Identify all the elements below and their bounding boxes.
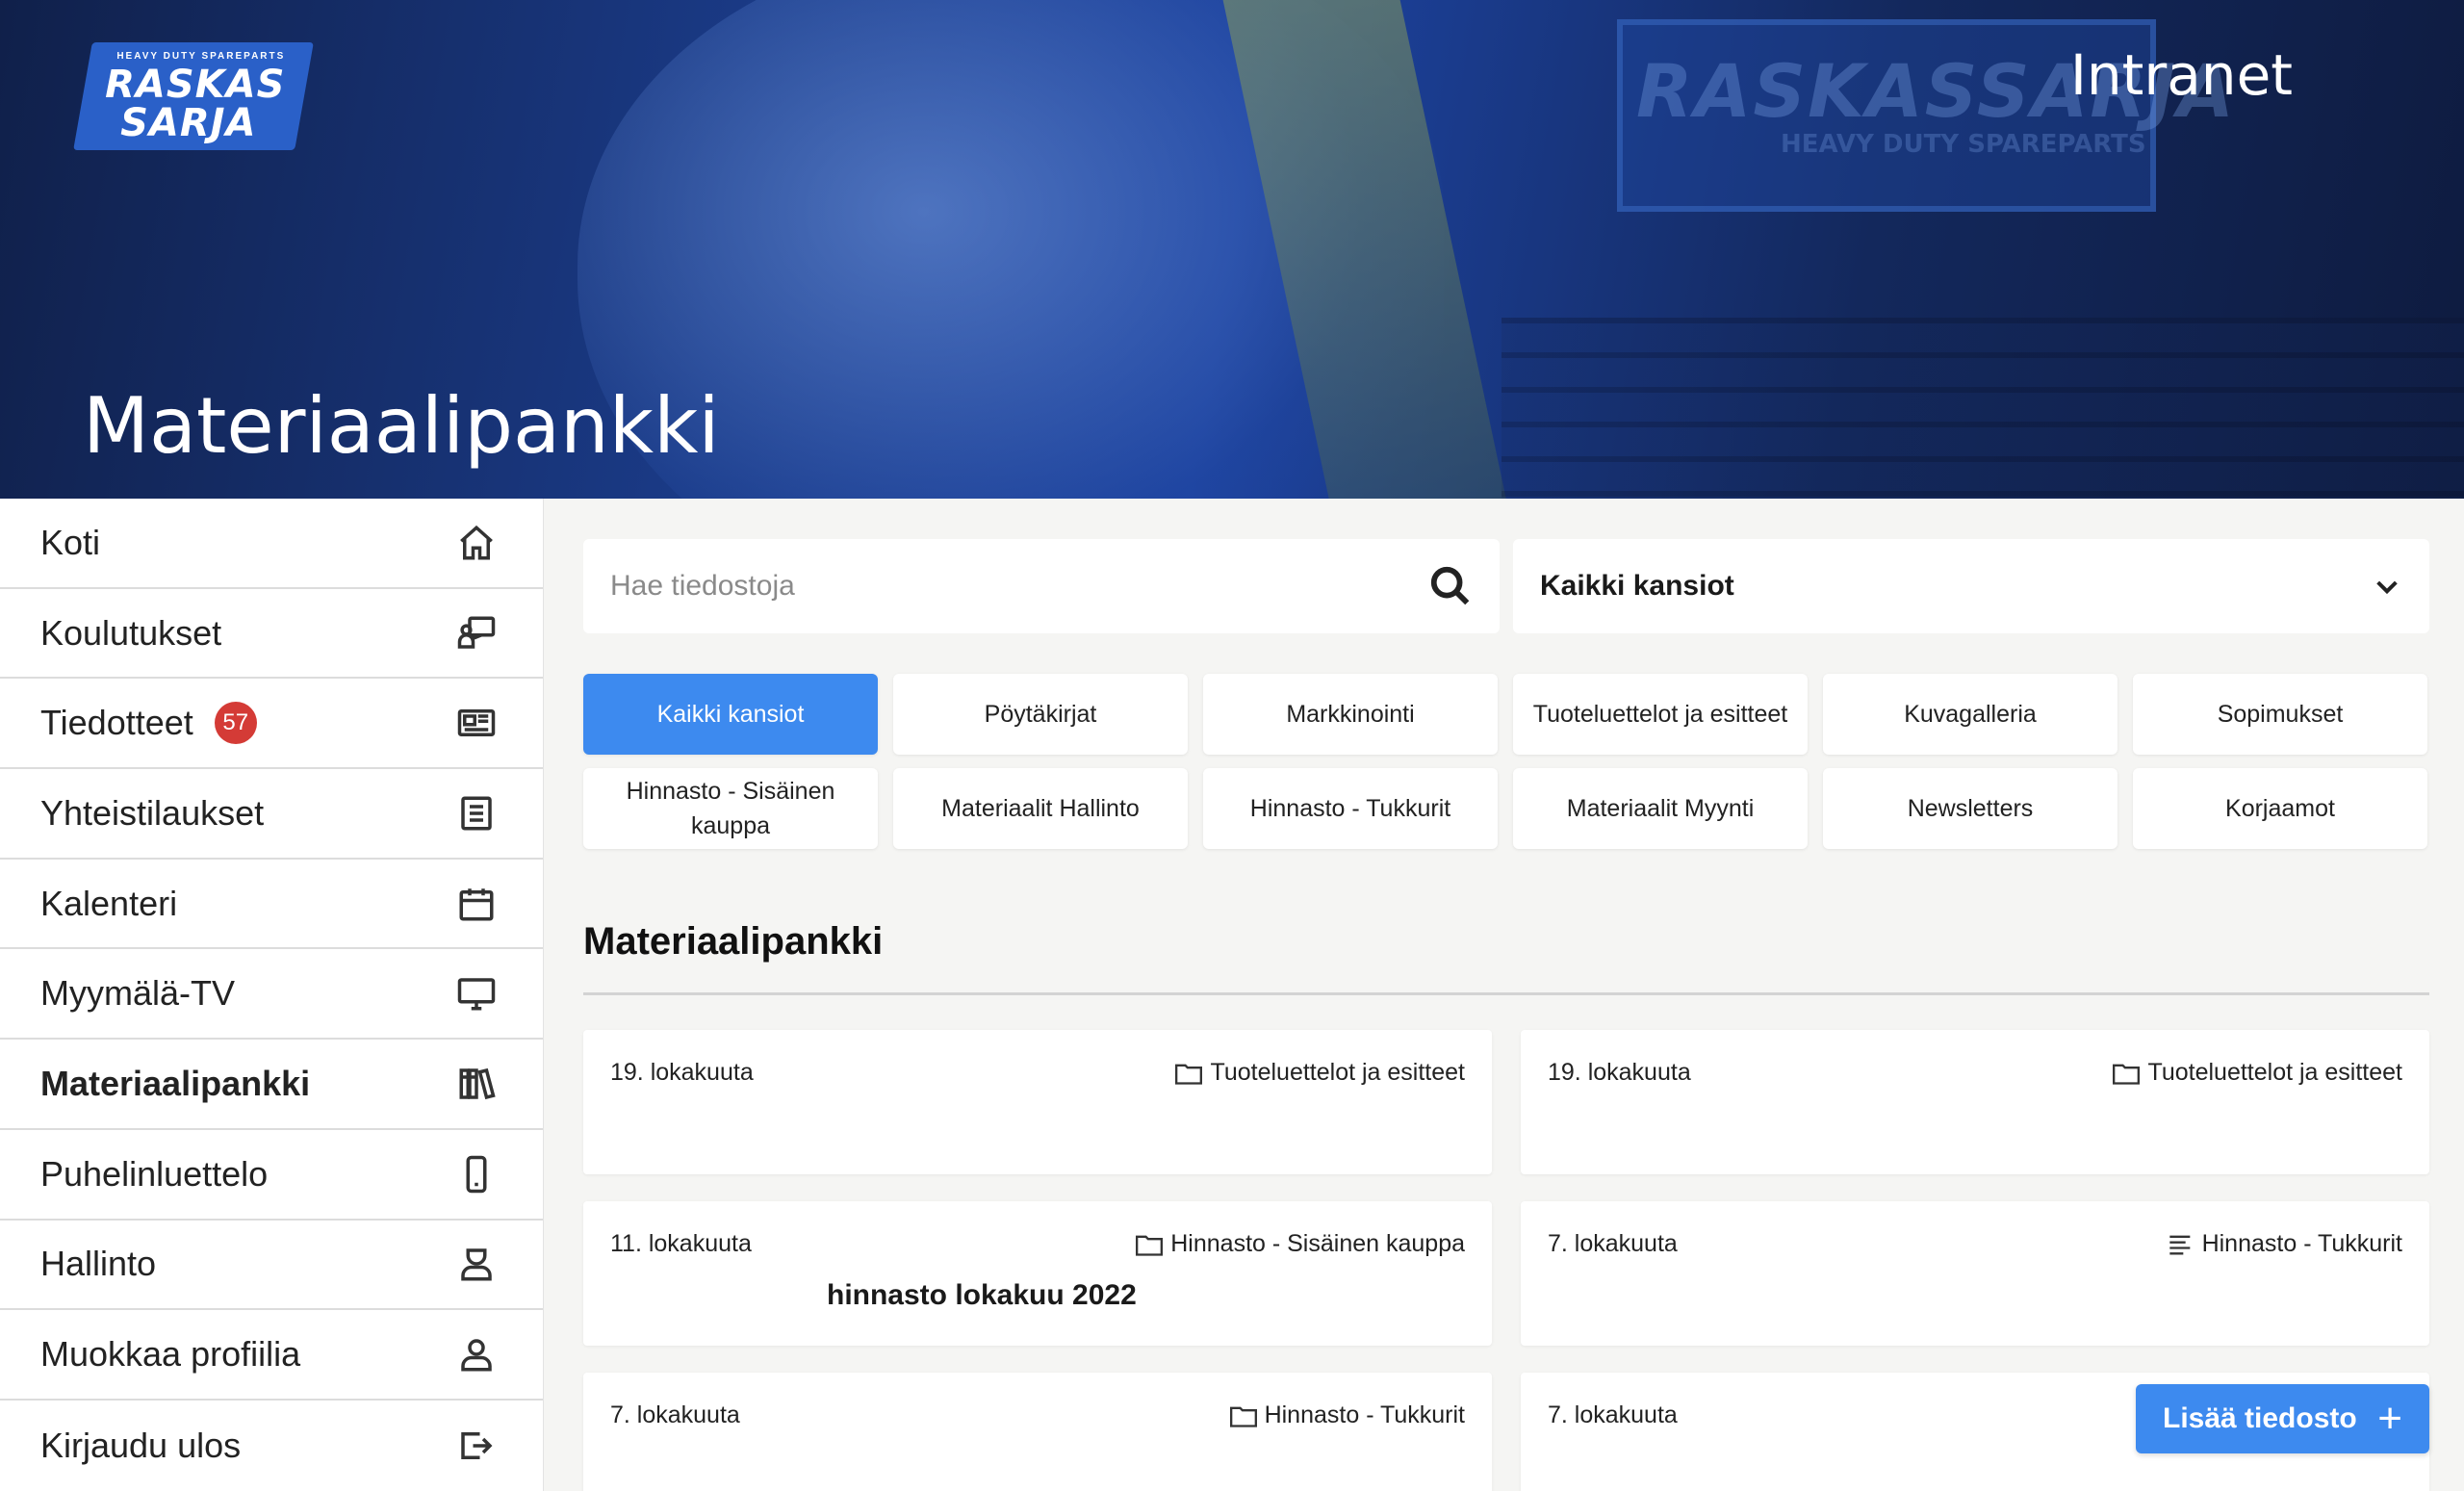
- sidebar-item-label: Muokkaa profiilia: [40, 1334, 301, 1375]
- sidebar-item-label: Kalenteri: [40, 883, 178, 923]
- sidebar-item-tiedotteet[interactable]: Tiedotteet 57: [0, 679, 543, 770]
- chip-poytakirjat[interactable]: Pöytäkirjat: [893, 674, 1188, 755]
- section-divider: [583, 992, 2429, 995]
- file-folder: Tuoteluettelot ja esitteet: [1175, 1059, 1465, 1087]
- sidebar-item-label: Koulutukset: [40, 612, 222, 653]
- hero-bg-sign-subtext: HEAVY DUTY SPAREPARTS: [1781, 130, 2146, 159]
- sidebar-item-label: Puhelinluettelo: [40, 1153, 269, 1194]
- chip-korjaamot[interactable]: Korjaamot: [2133, 768, 2427, 849]
- chip-materiaalit-myynti[interactable]: Materiaalit Myynti: [1513, 768, 1808, 849]
- books-icon: [459, 1067, 496, 1100]
- sidebar-item-myymala-tv[interactable]: Myymälä-TV: [0, 949, 543, 1041]
- folder-icon: [2113, 1064, 2141, 1085]
- sidebar-item-kalenteri[interactable]: Kalenteri: [0, 860, 543, 950]
- chip-kuvagalleria[interactable]: Kuvagalleria: [1823, 674, 2118, 755]
- chip-kaikki-kansiot[interactable]: Kaikki kansiot: [583, 674, 878, 755]
- chevron-down-icon: [2376, 580, 2398, 595]
- phone-icon: [466, 1155, 487, 1193]
- file-card[interactable]: 7. lokakuuta Hinnasto - Tukkurit: [583, 1373, 1492, 1491]
- notification-badge: 57: [214, 702, 257, 745]
- monitor-icon: [457, 978, 496, 1011]
- chip-hinnasto-sisainen[interactable]: Hinnasto - Sisäinen kauppa: [583, 768, 878, 849]
- company-logo[interactable]: HEAVY DUTY SPAREPARTS RASKAS SARJA: [73, 42, 314, 150]
- home-icon: [460, 525, 493, 560]
- chip-hinnasto-tukkurit[interactable]: Hinnasto - Tukkurit: [1203, 768, 1498, 849]
- calendar-icon: [459, 887, 494, 921]
- folder-select-value: Kaikki kansiot: [1540, 570, 1734, 602]
- sidebar-item-label: Koti: [40, 522, 101, 562]
- file-card[interactable]: 19. lokakuuta Tuoteluettelot ja esitteet: [1521, 1030, 2429, 1174]
- folder-filter-chips: Kaikki kansiot Pöytäkirjat Markkinointi …: [583, 674, 2429, 849]
- file-folder-label: Hinnasto - Tukkurit: [2201, 1230, 2402, 1257]
- sidebar-item-hallinto[interactable]: Hallinto: [0, 1221, 543, 1311]
- logout-icon: [461, 1431, 493, 1459]
- logo-tagline: HEAVY DUTY SPAREPARTS: [116, 50, 285, 62]
- file-folder: Hinnasto - Tukkurit: [2168, 1230, 2402, 1258]
- chip-markkinointi[interactable]: Markkinointi: [1203, 674, 1498, 755]
- admin-icon: [461, 1248, 492, 1281]
- sidebar-item-label: Yhteistilaukset: [40, 792, 265, 833]
- sidebar-item-label: Kirjaudu ulos: [40, 1425, 242, 1465]
- file-title: hinnasto lokakuu 2022: [827, 1279, 1137, 1311]
- training-icon: [457, 616, 496, 649]
- chip-newsletters[interactable]: Newsletters: [1823, 768, 2118, 849]
- user-icon: [461, 1339, 492, 1372]
- chip-materiaalit-hallinto[interactable]: Materiaalit Hallinto: [893, 768, 1188, 849]
- file-folder-label: Hinnasto - Sisäinen kauppa: [1170, 1230, 1465, 1257]
- folder-select[interactable]: Kaikki kansiot: [1513, 539, 2429, 633]
- page-title: Materiaalipankki: [83, 381, 720, 471]
- hero-bg-wall: [1502, 318, 2464, 499]
- sidebar-item-yhteistilaukset[interactable]: Yhteistilaukset: [0, 769, 543, 860]
- sidebar-item-koulutukset[interactable]: Koulutukset: [0, 589, 543, 680]
- sidebar-nav: Koti Koulutukset Tiedotteet 57 Yhteistila…: [0, 499, 544, 1491]
- file-folder-label: Tuoteluettelot ja esitteet: [1210, 1059, 1465, 1086]
- logo-line-1: RASKAS: [105, 62, 286, 107]
- app-title: Intranet: [2069, 42, 2293, 108]
- sidebar-item-kirjaudu-ulos[interactable]: Kirjaudu ulos: [0, 1401, 543, 1491]
- file-card[interactable]: 7. lokakuuta Hinnasto - Tukkurit: [1521, 1201, 2429, 1346]
- search-icon[interactable]: [1428, 564, 1473, 608]
- search-input[interactable]: [610, 570, 1380, 603]
- hero-banner: RASKASSARJA HEAVY DUTY SPAREPARTS HEAVY …: [0, 0, 2464, 499]
- sidebar-item-label: Tiedotteet: [40, 703, 193, 743]
- file-folder: Hinnasto - Sisäinen kauppa: [1136, 1230, 1465, 1258]
- sidebar-item-label: Hallinto: [40, 1244, 157, 1284]
- sidebar-item-muokkaa-profiilia[interactable]: Muokkaa profiilia: [0, 1310, 543, 1401]
- sidebar-item-materiaalipankki[interactable]: Materiaalipankki: [0, 1040, 543, 1130]
- add-file-label: Lisää tiedosto: [2163, 1402, 2357, 1434]
- chip-sopimukset[interactable]: Sopimukset: [2133, 674, 2427, 755]
- add-file-button[interactable]: Lisää tiedosto +: [2136, 1384, 2429, 1453]
- folder-icon: [1175, 1064, 1203, 1085]
- plus-icon: +: [2377, 1395, 2402, 1442]
- sidebar-item-label: Myymälä-TV: [40, 973, 236, 1014]
- folder-icon: [1229, 1406, 1257, 1427]
- file-card[interactable]: 19. lokakuuta Tuoteluettelot ja esitteet: [583, 1030, 1492, 1174]
- clipboard-icon: [461, 796, 492, 831]
- main-content: Kaikki kansiot Kaikki kansiot Pöytäkirja…: [545, 499, 2464, 1491]
- sidebar-item-koti[interactable]: Koti: [0, 499, 543, 589]
- file-card[interactable]: 11. lokakuuta Hinnasto - Sisäinen kauppa…: [583, 1201, 1492, 1346]
- sidebar-item-puhelinluettelo[interactable]: Puhelinluettelo: [0, 1130, 543, 1221]
- file-folder: Tuoteluettelot ja esitteet: [2113, 1059, 2402, 1087]
- search-box: [583, 539, 1500, 633]
- logo-line-2: SARJA: [120, 100, 257, 145]
- sidebar-item-label: Materiaalipankki: [40, 1063, 311, 1103]
- folder-icon: [1136, 1235, 1164, 1256]
- section-title: Materiaalipankki: [583, 920, 884, 963]
- news-icon: [457, 709, 496, 737]
- list-icon: [2169, 1235, 2190, 1254]
- file-folder: Hinnasto - Tukkurit: [1229, 1401, 1465, 1429]
- file-folder-label: Hinnasto - Tukkurit: [1264, 1401, 1465, 1428]
- file-folder-label: Tuoteluettelot ja esitteet: [2147, 1059, 2402, 1086]
- chip-tuoteluettelot[interactable]: Tuoteluettelot ja esitteet: [1513, 674, 1808, 755]
